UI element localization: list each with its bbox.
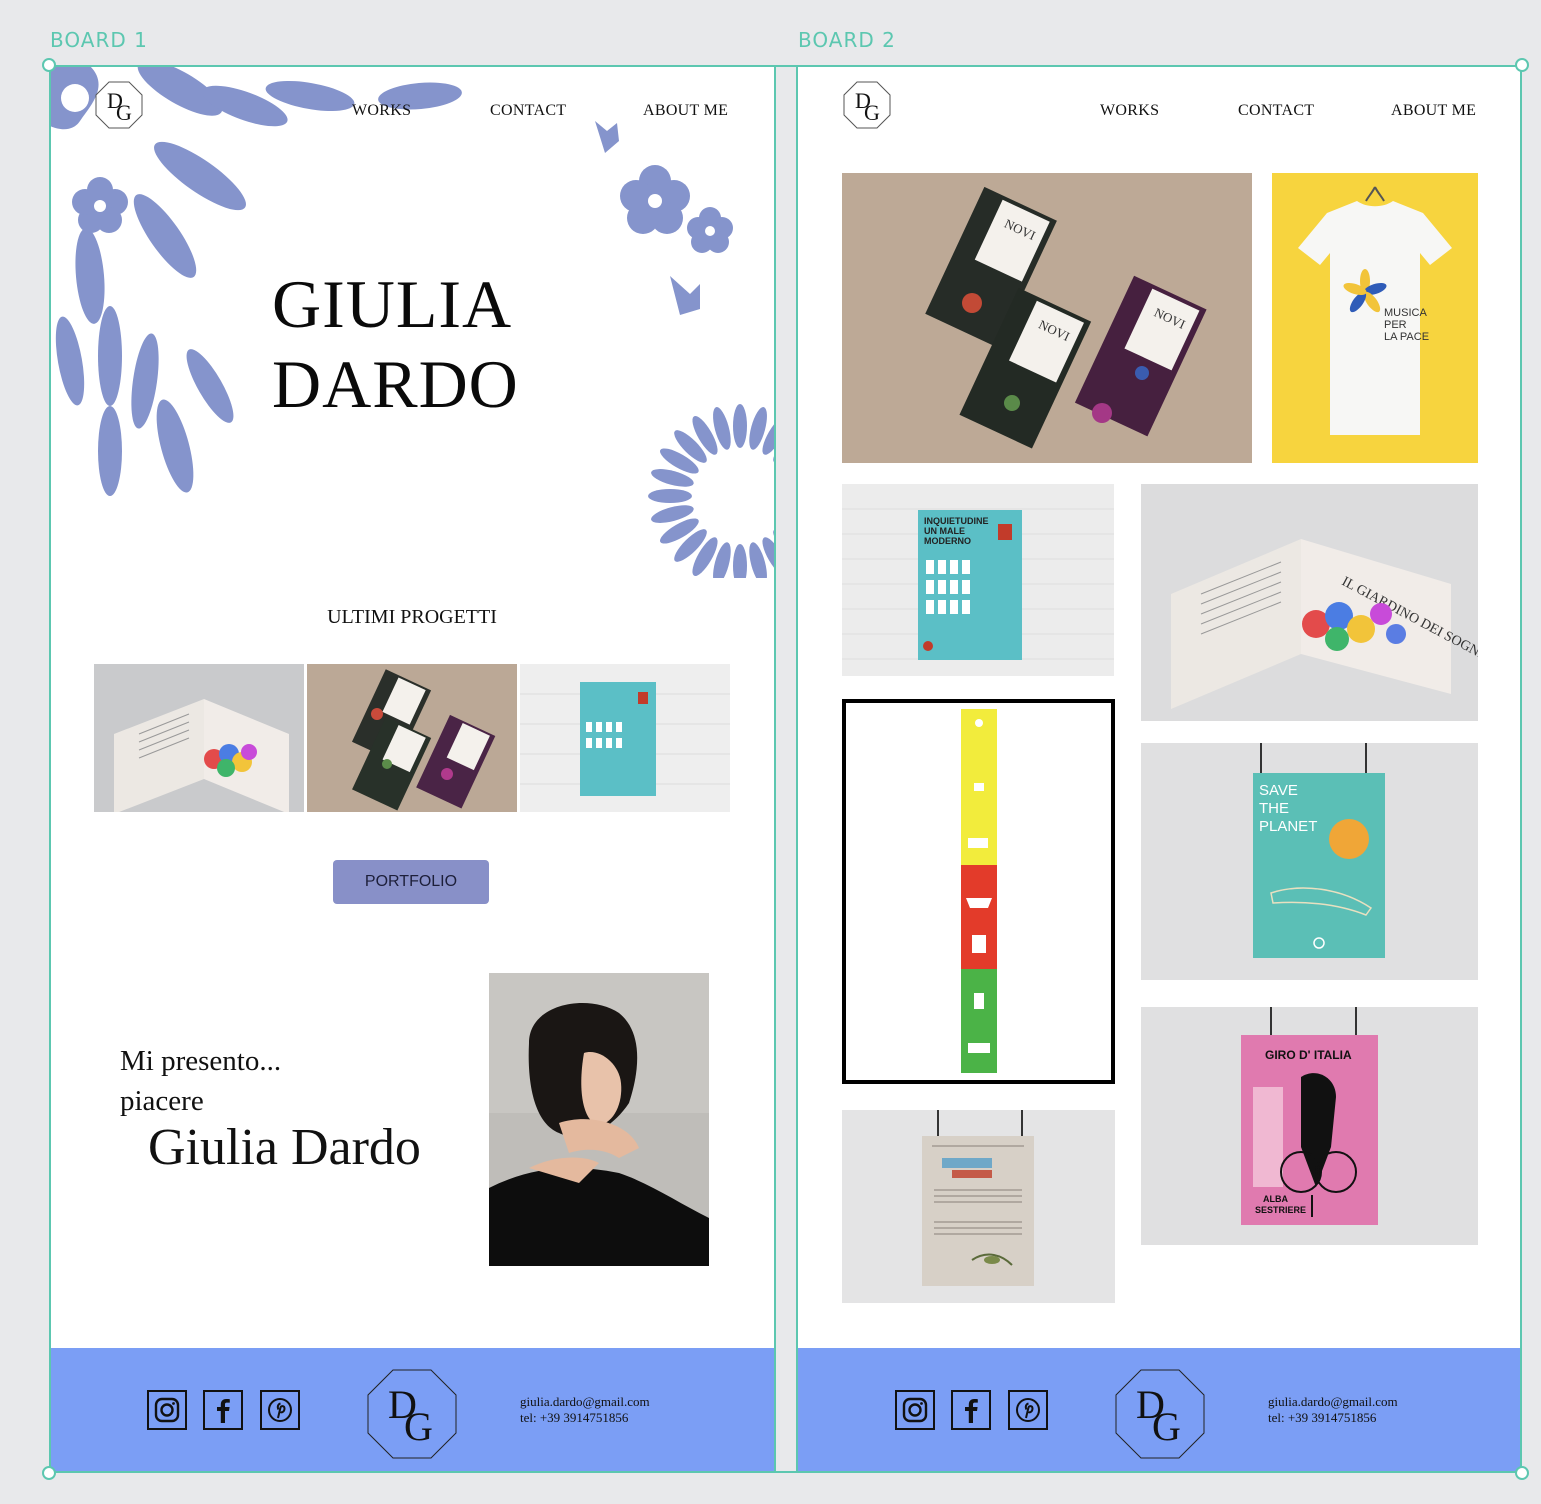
gallery-poster-planet[interactable]: SAVE THE PLANET [1141, 743, 1478, 980]
gallery-chocolate[interactable]: NOVI NOVI NOVI [842, 173, 1252, 463]
footer-contact: giulia.dardo@gmail.com tel: +39 39147518… [1268, 1394, 1398, 1426]
facebook-icon[interactable] [951, 1390, 991, 1430]
board-1[interactable]: D G WORKS CONTACT ABOUT ME GIULIA DARDO … [50, 66, 774, 1472]
gallery-poster-giro[interactable]: GIRO D' ITALIA ALBA SESTRIERE [1141, 1007, 1478, 1245]
board-2-label: BOARD 2 [798, 28, 896, 52]
footer-email[interactable]: giulia.dardo@gmail.com [520, 1394, 650, 1410]
tshirt-text-1: MUSICA [1384, 307, 1427, 319]
poster2-title-3: PLANET [1259, 818, 1317, 835]
svg-text:G: G [1152, 1404, 1181, 1449]
board-2[interactable]: D G WORKS CONTACT ABOUT ME NOVI NOVI NOV… [798, 66, 1522, 1472]
svg-text:MUSICA PER LA: MUSICA PER LA PACE [1384, 307, 1429, 343]
poster1-title-2: UN MALE [924, 526, 965, 536]
gallery-poster-inquietudine[interactable]: INQUIETUDINE UN MALE MODERNO [842, 484, 1114, 676]
hero-title-line2: DARDO [272, 346, 519, 422]
resize-handle-top-right[interactable] [1515, 58, 1529, 72]
nav-works[interactable]: WORKS [352, 102, 411, 120]
poster3-title: GIRO D' ITALIA [1265, 1048, 1352, 1062]
poster3-sub-2: SESTRIERE [1255, 1205, 1306, 1215]
section-title: ULTIMI PROGETTI [327, 606, 497, 628]
nav-about[interactable]: ABOUT ME [643, 102, 728, 120]
gallery-strip[interactable] [842, 699, 1115, 1084]
resize-handle-bottom-left[interactable] [42, 1466, 56, 1480]
nav-works[interactable]: WORKS [1100, 102, 1159, 120]
tshirt-text-3: LA PACE [1384, 331, 1429, 343]
footer-logo[interactable]: D G [1114, 1368, 1206, 1460]
gallery-book[interactable]: IL GIARDINO DEI SOGNI [1141, 484, 1478, 721]
header-logo[interactable]: D G [94, 80, 144, 130]
footer-email[interactable]: giulia.dardo@gmail.com [1268, 1394, 1398, 1410]
pinterest-icon[interactable] [1008, 1390, 1048, 1430]
poster1-title-3: MODERNO [924, 536, 971, 546]
footer-contact: giulia.dardo@gmail.com tel: +39 39147518… [520, 1394, 650, 1426]
resize-handle-bottom-right[interactable] [1515, 1466, 1529, 1480]
poster1-title-1: INQUIETUDINE [924, 516, 989, 526]
footer: D G giulia.dardo@gmail.com tel: +39 3914… [798, 1348, 1522, 1472]
instagram-icon[interactable] [895, 1390, 935, 1430]
header-logo[interactable]: D G [842, 80, 892, 130]
pinterest-icon[interactable] [260, 1390, 300, 1430]
project-thumb-chocolate[interactable] [307, 664, 517, 812]
facebook-icon[interactable] [203, 1390, 243, 1430]
svg-text:G: G [404, 1404, 433, 1449]
svg-text:G: G [116, 100, 132, 125]
profile-photo [489, 973, 709, 1266]
footer: D G giulia.dardo@gmail.com tel: +39 3914… [50, 1348, 774, 1472]
nav-about[interactable]: ABOUT ME [1391, 102, 1476, 120]
intro-text: Mi presento... piacere [120, 1041, 281, 1121]
resize-handle-top-left[interactable] [42, 58, 56, 72]
board-divider [774, 66, 798, 1472]
gallery-poster-poesia[interactable] [842, 1110, 1115, 1303]
project-thumb-book[interactable] [94, 664, 304, 812]
poster2-title-1: SAVE [1259, 782, 1298, 799]
poster3-sub-1: ALBA [1263, 1194, 1288, 1204]
footer-tel[interactable]: tel: +39 3914751856 [1268, 1410, 1398, 1426]
nav-contact[interactable]: CONTACT [490, 102, 566, 120]
footer-tel[interactable]: tel: +39 3914751856 [520, 1410, 650, 1426]
nav-contact[interactable]: CONTACT [1238, 102, 1314, 120]
tshirt-text-2: PER [1384, 319, 1407, 331]
hero-title-line1: GIULIA [272, 266, 513, 342]
intro-name: Giulia Dardo [148, 1119, 421, 1176]
instagram-icon[interactable] [147, 1390, 187, 1430]
poster2-title-2: THE [1259, 800, 1289, 817]
svg-text:G: G [864, 100, 880, 125]
gallery-tshirt[interactable]: MUSICA PER LA PACE [1272, 173, 1478, 463]
board-1-label: BOARD 1 [50, 28, 148, 52]
project-thumb-poster[interactable] [520, 664, 730, 812]
intro-line2: piacere [120, 1085, 204, 1117]
footer-logo[interactable]: D G [366, 1368, 458, 1460]
intro-line1: Mi presento... [120, 1045, 282, 1077]
portfolio-button[interactable]: PORTFOLIO [333, 860, 489, 904]
hero-title: GIULIA DARDO [272, 264, 519, 424]
